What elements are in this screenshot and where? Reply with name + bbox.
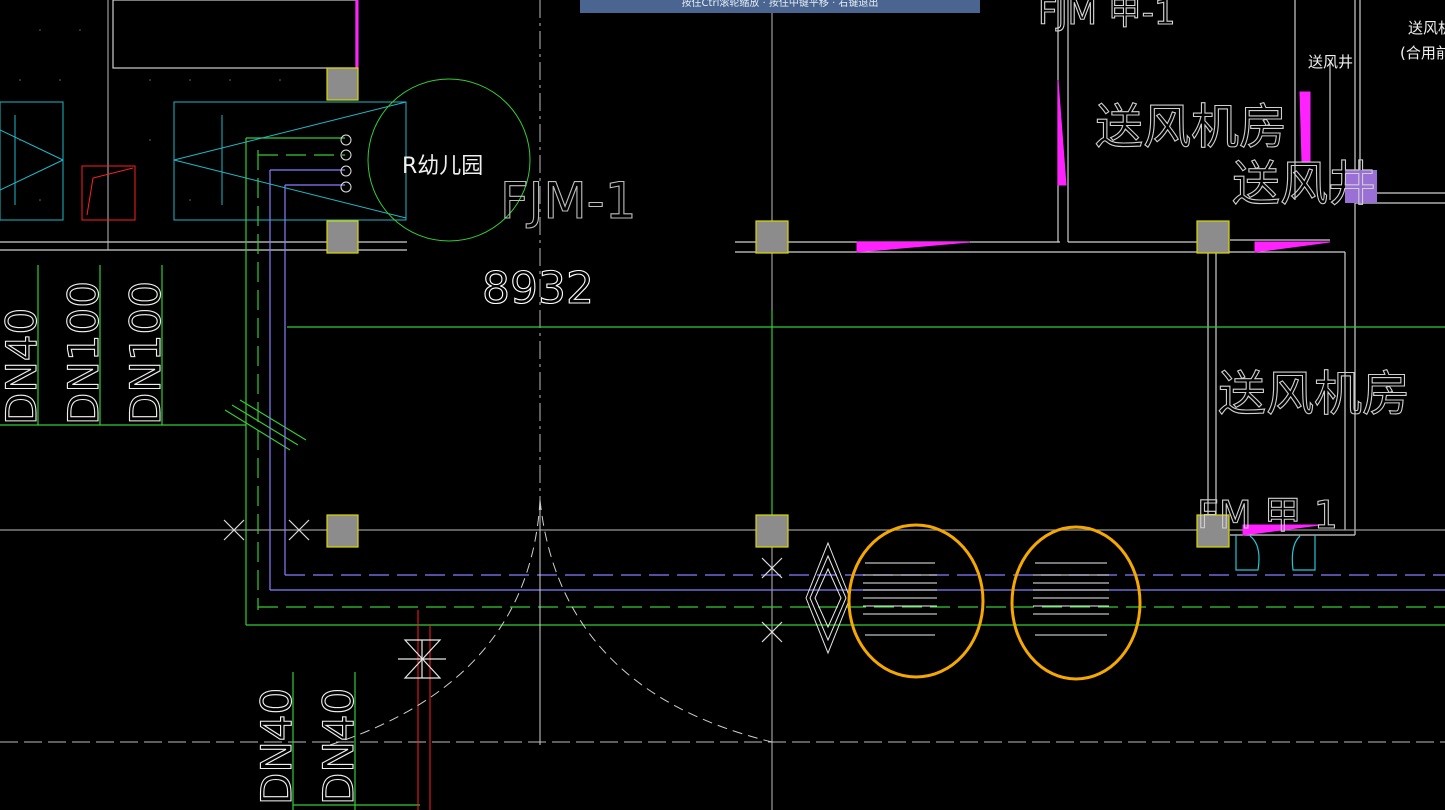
room-label-a: 送风机房	[1095, 99, 1287, 155]
pipe-label-1: DN40	[0, 308, 46, 425]
highlight-circle-2	[1010, 525, 1142, 681]
fjm-mid-label: FJM-1	[500, 172, 637, 230]
door-swings	[329, 499, 773, 746]
columns	[326, 67, 1230, 548]
air-outlet-2[interactable]	[1010, 525, 1142, 681]
cad-drawing-canvas[interactable]: FJM 甲-1 FJM-1 送风机房 送风井 送风机房 FM 甲 1 8932 …	[0, 0, 1445, 810]
air-outlet-1[interactable]	[847, 523, 985, 679]
pipe-label-3: DN100	[121, 281, 170, 425]
room-label-b: 送风机房	[1218, 366, 1410, 422]
corner-label-1: 送风机	[1408, 19, 1445, 37]
corner-label-2: (合用前	[1400, 44, 1445, 62]
kindergarten-label: R幼儿园	[402, 154, 483, 179]
dimension-label: 8932	[482, 263, 594, 314]
walls	[0, 0, 1445, 536]
pipe-label-5: DN40	[314, 688, 363, 805]
small-circles	[340, 134, 352, 193]
valve-symbol	[398, 639, 446, 679]
pipe-label-2: DN100	[59, 281, 108, 425]
cyan-door	[1235, 535, 1316, 571]
shaft-label-big: 送风井	[1232, 156, 1376, 212]
hatch-dots	[19, 29, 281, 201]
pipe-label-4: DN40	[252, 688, 301, 805]
fjm-top-label: FJM 甲-1	[1038, 0, 1176, 33]
fm-right-label: FM 甲 1	[1197, 493, 1338, 537]
equipment-boxes	[0, 101, 407, 221]
shaft-label-small: 送风井	[1308, 53, 1353, 71]
highlight-circle-1	[847, 523, 985, 679]
status-banner: 按住Ctrl滚轮缩放 · 按住中键平移 · 右键退出	[580, 0, 980, 13]
diamond-grille	[805, 541, 851, 655]
